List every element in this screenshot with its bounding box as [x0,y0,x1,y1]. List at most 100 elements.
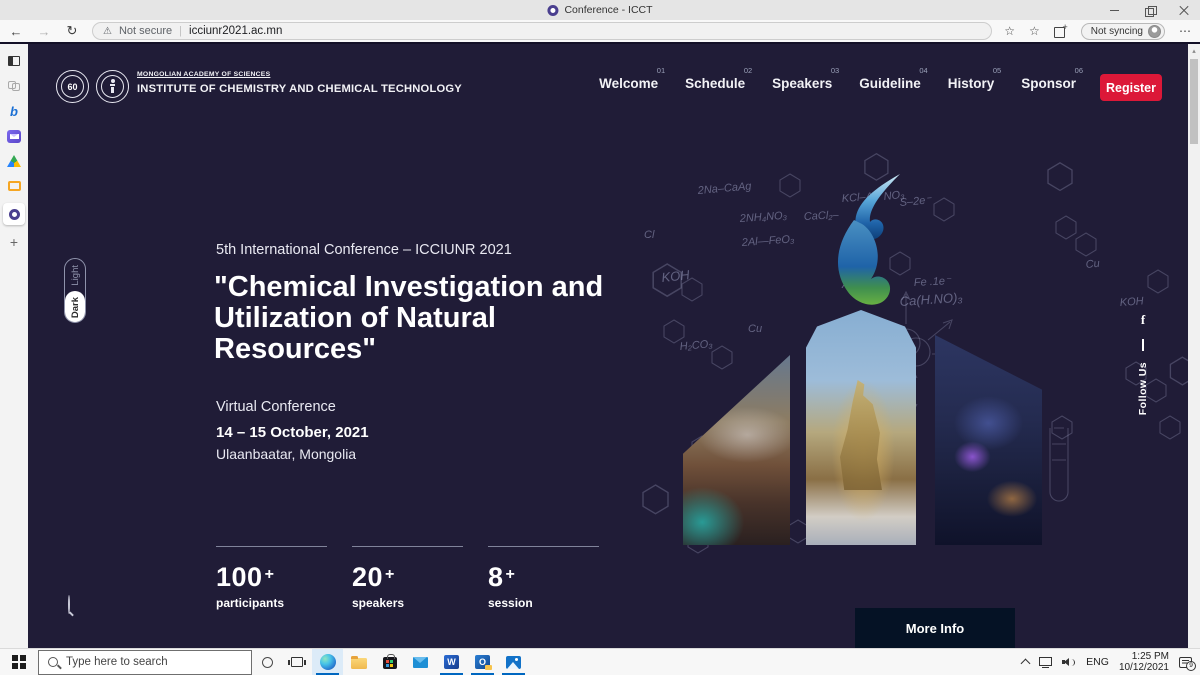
doodle-formula: 2Na–CaAg [696,180,753,197]
browser-menu-icon[interactable]: ⋯ [1179,24,1192,38]
nav-item-guideline[interactable]: Guideline04 [859,76,921,91]
institute-emblem-logo [96,70,129,103]
system-tray: ENG 1:25 PM 10/12/2021 9 [1022,651,1200,674]
profile-button[interactable]: Not syncing [1081,23,1165,40]
network-icon[interactable] [1039,657,1052,666]
taskbar-app-word[interactable]: W [436,649,467,675]
task-view-button[interactable] [282,649,312,675]
theme-option-dark[interactable]: Dark [65,291,85,323]
taskbar-app-outlook[interactable]: O [467,649,498,675]
clock[interactable]: 1:25 PM 10/12/2021 [1119,651,1169,674]
volume-icon[interactable] [1062,657,1076,667]
organization-name: MONGOLIAN ACADEMY OF SCIENCES INSTITUTE … [137,71,462,95]
security-label: Not secure [119,25,172,37]
taskbar-app-file-explorer[interactable] [343,649,374,675]
word-icon: W [444,655,459,669]
doodle-formula: Cl [644,229,655,241]
active-tab[interactable]: Conference - ICCT [547,0,652,20]
more-info-button[interactable]: More Info [855,608,1015,648]
windows-taskbar: W O ENG 1:25 PM 10/12/2021 9 [0,648,1200,675]
page-scrollbar[interactable]: ▴ [1188,44,1200,648]
task-view-icon [291,657,303,667]
taskbar-app-edge[interactable] [312,649,343,675]
taskbar-app-photos[interactable] [498,649,529,675]
close-icon[interactable] [1179,5,1190,16]
workspaces-icon[interactable] [3,78,25,94]
nav-number: 04 [919,66,927,75]
restore-icon[interactable] [1144,5,1155,16]
site-search-icon[interactable] [68,596,86,614]
scroll-up-icon[interactable]: ▴ [1188,44,1200,55]
file-explorer-icon [351,658,367,669]
nav-item-welcome[interactable]: Welcome01 [599,76,658,91]
conference-flame-logo [818,172,913,317]
doodle-formula: KOH [1119,295,1144,309]
not-secure-warning-icon: ⚠ [103,26,112,37]
facebook-icon[interactable]: f [1141,312,1145,328]
stat-divider [352,546,463,547]
nav-item-history[interactable]: History05 [948,76,995,91]
cortana-button[interactable] [252,649,282,675]
taskbar-search-box[interactable] [38,650,252,675]
register-button[interactable]: Register [1100,74,1162,101]
profile-avatar [1148,25,1161,38]
active-conference-tab-icon[interactable] [3,203,25,225]
collections-icon[interactable]: + [1054,25,1067,37]
tray-expand-icon[interactable] [1021,659,1031,669]
address-bar[interactable]: ⚠ Not secure | icciunr2021.ac.mn [92,22,992,40]
back-icon[interactable]: ← [8,24,24,39]
stat-speakers: 20+ speakers [352,546,463,610]
microsoft-store-icon [383,657,397,669]
tray-time: 1:25 PM [1119,651,1169,663]
academy-60th-logo: 60 [56,70,89,103]
address-divider: | [179,25,182,37]
sync-status-label: Not syncing [1091,26,1143,37]
windows-logo-icon [12,655,25,668]
taskbar-app-store[interactable] [374,649,405,675]
start-button[interactable] [0,649,38,675]
follow-divider [1142,339,1143,351]
favorite-this-page-icon[interactable]: ☆ [1004,24,1015,38]
search-icon [48,657,58,667]
doodle-formula: 2Al—FeO₃ [740,233,795,249]
site-favicon [547,5,558,16]
theme-option-light[interactable]: Light [65,259,85,291]
toolbar-right: ☆ ☆ + Not syncing ⋯ [1004,23,1192,40]
stat-divider [216,546,327,547]
stat-sessions: 8+ session [488,546,599,610]
bing-tab-icon[interactable]: b [3,103,25,119]
stat-label: participants [216,596,327,610]
conference-location: Ulaanbaatar, Mongolia [216,446,356,462]
photo-panel-genghis-statue [806,310,916,545]
nav-item-sponsor[interactable]: Sponsor06 [1021,76,1076,91]
nav-number: 05 [993,66,1001,75]
nav-number: 02 [744,66,752,75]
favorites-list-icon[interactable]: ☆ [1029,24,1040,38]
taskbar-app-mail[interactable] [405,649,436,675]
theme-toggle[interactable]: Light Dark [64,258,86,323]
browser-toolbar: ← → ↻ ⚠ Not secure | icciunr2021.ac.mn ☆… [0,20,1200,44]
reload-icon[interactable]: ↻ [64,23,80,39]
main-nav: Welcome01 Schedule02 Speakers03 Guidelin… [599,76,1076,91]
nav-number: 03 [831,66,839,75]
feedback-tab-icon[interactable] [3,178,25,194]
doodle-formula: Cu [748,323,762,335]
nav-item-schedule[interactable]: Schedule02 [685,76,745,91]
org-name-large: INSTITUTE OF CHEMISTRY AND CHEMICAL TECH… [137,83,462,95]
minimize-icon[interactable] [1109,5,1120,16]
mail-tab-icon[interactable] [3,128,25,144]
taskbar-search-input[interactable] [66,656,226,668]
language-indicator[interactable]: ENG [1086,656,1109,668]
edge-icon [320,654,336,670]
nav-item-speakers[interactable]: Speakers03 [772,76,832,91]
window-controls [1109,0,1190,20]
logo-badge: 60 [61,75,84,98]
drive-tab-icon[interactable] [3,153,25,169]
conference-title: "Chemical Investigation and Utilization … [214,272,646,365]
vertical-tabs-icon[interactable] [3,53,25,69]
nav-number: 01 [657,66,665,75]
conference-dates: 14 – 15 October, 2021 [216,424,369,441]
new-tab-icon[interactable]: + [3,234,25,250]
scrollbar-thumb[interactable] [1190,59,1198,144]
action-center-icon[interactable]: 9 [1179,657,1192,668]
